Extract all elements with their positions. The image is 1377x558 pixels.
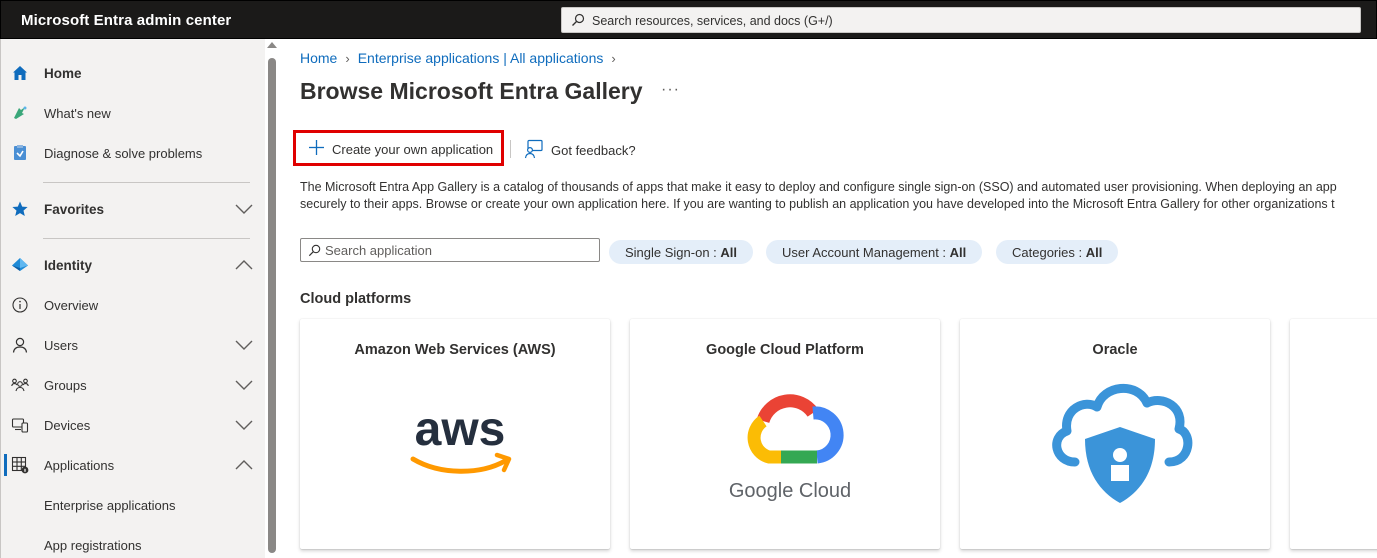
sidebar-item-label: Groups (44, 378, 87, 393)
aws-logo-text: aws (415, 403, 506, 456)
global-search-input[interactable]: Search resources, services, and docs (G+… (561, 7, 1361, 33)
sidebar-divider (43, 238, 250, 239)
sidebar-item-label: Devices (44, 418, 91, 433)
sidebar-item-label: Overview (44, 298, 99, 313)
app-card-oracle[interactable]: Oracle (960, 319, 1270, 549)
filter-categories[interactable]: Categories : All (996, 240, 1119, 264)
filter-name: Categories (1012, 245, 1075, 260)
description-line: securely to their apps. Browse or create… (300, 197, 1335, 211)
chevron-up-icon[interactable] (235, 258, 253, 272)
sidebar-divider (43, 182, 250, 183)
more-options-icon[interactable]: ··· (661, 81, 680, 99)
filter-name: User Account Management (782, 245, 939, 260)
plus-icon (309, 140, 324, 155)
chevron-down-icon[interactable] (235, 378, 253, 392)
search-application-box[interactable] (300, 238, 600, 262)
sidebar-item-label: Diagnose & solve problems (44, 146, 203, 161)
page-title: Browse Microsoft Entra Gallery (300, 78, 643, 104)
sidebar-item-home[interactable]: Home (1, 53, 266, 93)
filter-name: Single Sign-on (625, 245, 710, 260)
sidebar-item-applications[interactable]: Applications (1, 445, 266, 485)
sidebar-scrollbar-thumb[interactable] (268, 58, 276, 553)
app-card-title: Amazon Web Services (AWS) (354, 342, 556, 358)
search-icon (572, 13, 585, 26)
sidebar-item-label: Users (44, 338, 78, 353)
star-icon (11, 200, 29, 218)
cloud-shield-logo (1045, 367, 1195, 517)
feedback-icon (524, 139, 543, 159)
sidebar-item-diagnose[interactable]: Diagnose & solve problems (1, 133, 266, 173)
chevron-down-icon[interactable] (235, 418, 253, 432)
app-card-google-cloud[interactable]: Google Cloud Platform Google Cloud (630, 319, 940, 549)
chevron-right-icon: › (345, 50, 350, 66)
sidebar-item-devices[interactable]: Devices (1, 405, 266, 445)
search-icon (308, 244, 321, 257)
sidebar-item-overview[interactable]: Overview (1, 285, 266, 325)
sidebar-item-label: Enterprise applications (44, 498, 176, 513)
filter-value: All (720, 245, 738, 260)
app-card-partial[interactable] (1290, 319, 1377, 549)
filter-single-sign-on[interactable]: Single Sign-on : All (609, 240, 754, 264)
sidebar-item-favorites[interactable]: Favorites (1, 189, 266, 229)
aws-logo: aws (385, 367, 535, 517)
diagnose-icon (11, 144, 29, 162)
info-icon (11, 296, 29, 314)
breadcrumb: Home › Enterprise applications | All app… (300, 50, 616, 66)
filter-value: All (949, 245, 967, 260)
chevron-right-icon: › (611, 50, 616, 66)
google-cloud-logo: Google Cloud (715, 367, 865, 517)
applications-icon (11, 456, 29, 474)
app-title[interactable]: Microsoft Entra admin center (21, 12, 231, 29)
gallery-description: The Microsoft Entra App Gallery is a cat… (300, 179, 1377, 213)
sidebar-item-groups[interactable]: Groups (1, 365, 266, 405)
whats-new-icon (11, 104, 29, 122)
sidebar: Home What's new Diagnose & solve problem… (0, 39, 265, 558)
google-cloud-logo-text: Google Cloud (729, 480, 851, 502)
app-card-aws[interactable]: Amazon Web Services (AWS) aws (300, 319, 610, 549)
sidebar-item-users[interactable]: Users (1, 325, 266, 365)
chevron-up-icon[interactable] (235, 458, 253, 472)
home-icon (11, 64, 29, 82)
global-search-placeholder: Search resources, services, and docs (G+… (592, 14, 833, 28)
description-line: The Microsoft Entra App Gallery is a cat… (300, 180, 1337, 194)
create-own-application-label: Create your own application (332, 142, 494, 157)
sidebar-item-label: Applications (44, 458, 115, 473)
search-application-input[interactable] (325, 241, 595, 259)
filter-user-account-management[interactable]: User Account Management : All (766, 240, 983, 264)
sidebar-item-label: Favorites (44, 202, 105, 217)
sidebar-item-enterprise-applications[interactable]: Enterprise applications (1, 485, 266, 525)
sidebar-item-identity[interactable]: Identity (1, 245, 266, 285)
breadcrumb-home[interactable]: Home (300, 50, 337, 66)
sidebar-item-app-registrations[interactable]: App registrations (1, 525, 266, 558)
devices-icon (11, 416, 29, 434)
got-feedback-label: Got feedback? (551, 143, 636, 158)
command-divider (510, 140, 511, 158)
sidebar-item-whats-new[interactable]: What's new (1, 93, 266, 133)
chevron-down-icon[interactable] (235, 202, 253, 216)
main-content: Home › Enterprise applications | All app… (279, 39, 1377, 558)
sidebar-item-label: Home (44, 66, 82, 81)
create-own-application-button[interactable]: Create your own application (293, 130, 504, 166)
chevron-down-icon[interactable] (235, 338, 253, 352)
scroll-up-arrow-icon[interactable] (267, 42, 277, 48)
sidebar-item-label: Identity (44, 258, 93, 273)
section-title-cloud-platforms: Cloud platforms (300, 291, 412, 307)
app-card-title: Google Cloud Platform (706, 342, 864, 358)
sidebar-item-label: App registrations (44, 538, 142, 553)
breadcrumb-enterprise-applications[interactable]: Enterprise applications | All applicatio… (358, 50, 604, 66)
groups-icon (11, 376, 29, 394)
user-icon (11, 336, 29, 354)
top-bar: Microsoft Entra admin center Search reso… (0, 0, 1377, 39)
filter-value: All (1085, 245, 1103, 260)
identity-icon (11, 256, 29, 274)
sidebar-item-label: What's new (44, 106, 111, 121)
app-card-title: Oracle (1092, 342, 1138, 358)
